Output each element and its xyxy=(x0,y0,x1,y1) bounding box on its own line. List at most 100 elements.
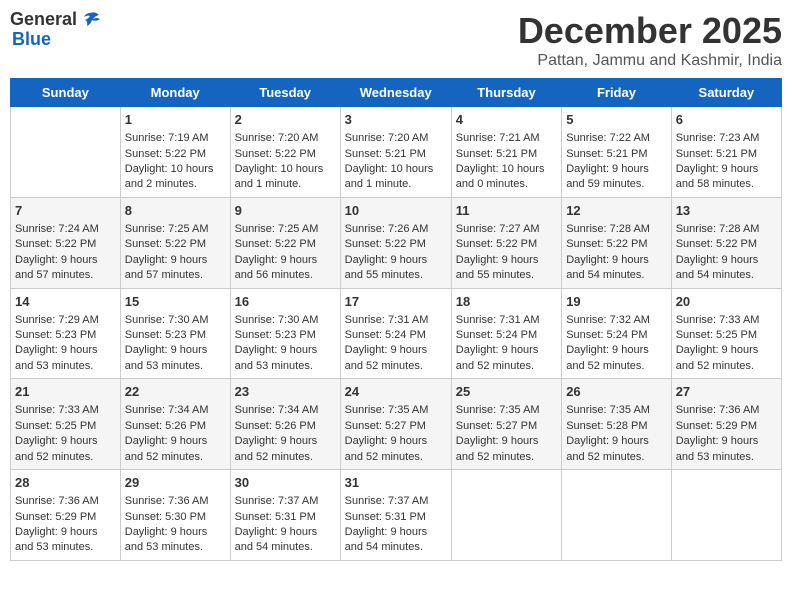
cell-content: 29 Sunrise: 7:36 AM Sunset: 5:30 PM Dayligh… xyxy=(125,474,226,556)
daylight-text: Daylight: 9 hours and 58 minutes. xyxy=(676,163,759,190)
calendar-week-row: 7Sunrise: 7:24 AMSunset: 5:22 PMDaylight… xyxy=(11,197,782,288)
calendar-cell: 7Sunrise: 7:24 AMSunset: 5:22 PMDaylight… xyxy=(11,197,121,288)
calendar-cell xyxy=(451,470,561,561)
daylight-text: Daylight: 10 hours and 1 minute. xyxy=(345,163,434,190)
weekday-header-wednesday: Wednesday xyxy=(340,79,451,107)
cell-content: 20Sunrise: 7:33 AMSunset: 5:25 PMDayligh… xyxy=(676,293,777,375)
day-number: 9 xyxy=(235,202,336,220)
cell-content: 4Sunrise: 7:21 AMSunset: 5:21 PMDaylight… xyxy=(456,111,557,193)
sunrise-text: Sunrise: 7:26 AM xyxy=(345,223,429,235)
cell-content: 11Sunrise: 7:27 AMSunset: 5:22 PMDayligh… xyxy=(456,202,557,284)
cell-content: 13Sunrise: 7:28 AMSunset: 5:22 PMDayligh… xyxy=(676,202,777,284)
day-number: 20 xyxy=(676,293,777,311)
day-number: 27 xyxy=(676,383,777,401)
sunrise-text: Sunrise: 7:36 AM xyxy=(125,495,209,507)
cell-content: 31Sunrise: 7:37 AMSunset: 5:31 PMDayligh… xyxy=(345,474,447,556)
calendar-cell: 8Sunrise: 7:25 AMSunset: 5:22 PMDaylight… xyxy=(120,197,230,288)
sunrise-text: Sunrise: 7:20 AM xyxy=(345,132,429,144)
day-number: 13 xyxy=(676,202,777,220)
day-number: 26 xyxy=(566,383,667,401)
day-number: 6 xyxy=(676,111,777,129)
daylight-text: Daylight: 9 hours and 53 minutes. xyxy=(15,526,98,553)
calendar-cell: 2Sunrise: 7:20 AMSunset: 5:22 PMDaylight… xyxy=(230,107,340,198)
calendar-cell: 17Sunrise: 7:31 AMSunset: 5:24 PMDayligh… xyxy=(340,288,451,379)
day-number: 23 xyxy=(235,383,336,401)
sunset-text: Sunset: 5:30 PM xyxy=(125,511,206,523)
day-number: 8 xyxy=(125,202,226,220)
daylight-text: Daylight: 10 hours and 2 minutes. xyxy=(125,163,214,190)
calendar-cell: 19Sunrise: 7:32 AMSunset: 5:24 PMDayligh… xyxy=(562,288,672,379)
calendar-week-row: 21Sunrise: 7:33 AMSunset: 5:25 PMDayligh… xyxy=(11,379,782,470)
calendar-cell: 29 Sunrise: 7:36 AM Sunset: 5:30 PM Dayligh… xyxy=(120,470,230,561)
sunrise-text: Sunrise: 7:35 AM xyxy=(456,404,540,416)
sunrise-text: Sunrise: 7:30 AM xyxy=(125,314,209,326)
sunset-text: Sunset: 5:22 PM xyxy=(235,238,316,250)
sunset-text: Sunset: 5:22 PM xyxy=(345,238,426,250)
day-number: 24 xyxy=(345,383,447,401)
daylight-text: Daylight: 9 hours and 52 minutes. xyxy=(345,344,428,371)
calendar-cell: 18Sunrise: 7:31 AMSunset: 5:24 PMDayligh… xyxy=(451,288,561,379)
location-title: Pattan, Jammu and Kashmir, India xyxy=(518,52,782,70)
sunset-text: Sunset: 5:27 PM xyxy=(456,420,537,432)
daylight-text: Daylight: 9 hours and 52 minutes. xyxy=(676,344,759,371)
calendar-cell: 15Sunrise: 7:30 AMSunset: 5:23 PMDayligh… xyxy=(120,288,230,379)
sunset-text: Sunset: 5:26 PM xyxy=(125,420,206,432)
sunrise-text: Sunrise: 7:25 AM xyxy=(235,223,319,235)
sunrise-text: Sunrise: 7:28 AM xyxy=(676,223,760,235)
logo: General Blue xyxy=(10,10,101,50)
cell-content: 14Sunrise: 7:29 AMSunset: 5:23 PMDayligh… xyxy=(15,293,116,375)
day-number: 5 xyxy=(566,111,667,129)
cell-content: 26Sunrise: 7:35 AMSunset: 5:28 PMDayligh… xyxy=(566,383,667,465)
day-number: 16 xyxy=(235,293,336,311)
daylight-text: Daylight: 9 hours and 53 minutes. xyxy=(125,344,208,371)
daylight-text: Daylight: 9 hours and 54 minutes. xyxy=(345,526,428,553)
cell-content: 3 Sunrise: 7:20 AM Sunset: 5:21 PM Daylight… xyxy=(345,111,447,193)
day-number: 29 xyxy=(125,474,226,492)
day-number: 30 xyxy=(235,474,336,492)
logo-general: General xyxy=(10,10,77,30)
cell-content: 12Sunrise: 7:28 AMSunset: 5:22 PMDayligh… xyxy=(566,202,667,284)
sunset-text: Sunset: 5:25 PM xyxy=(15,420,96,432)
cell-content: 7Sunrise: 7:24 AMSunset: 5:22 PMDaylight… xyxy=(15,202,116,284)
daylight-text: Daylight: 9 hours and 52 minutes. xyxy=(345,435,428,462)
cell-content: 15Sunrise: 7:30 AMSunset: 5:23 PMDayligh… xyxy=(125,293,226,375)
calendar-cell: 13Sunrise: 7:28 AMSunset: 5:22 PMDayligh… xyxy=(671,197,781,288)
weekday-header-sunday: Sunday xyxy=(11,79,121,107)
daylight-text: Daylight: 9 hours and 53 minutes. xyxy=(125,526,208,553)
day-number: 3 xyxy=(345,111,447,129)
cell-content: 21Sunrise: 7:33 AMSunset: 5:25 PMDayligh… xyxy=(15,383,116,465)
weekday-header-tuesday: Tuesday xyxy=(230,79,340,107)
sunrise-text: Sunrise: 7:36 AM xyxy=(676,404,760,416)
sunset-text: Sunset: 5:22 PM xyxy=(566,238,647,250)
calendar-week-row: 1Sunrise: 7:19 AMSunset: 5:22 PMDaylight… xyxy=(11,107,782,198)
sunrise-text: Sunrise: 7:19 AM xyxy=(125,132,209,144)
sunset-text: Sunset: 5:21 PM xyxy=(676,148,757,160)
daylight-text: Daylight: 9 hours and 52 minutes. xyxy=(456,435,539,462)
sunrise-text: Sunrise: 7:20 AM xyxy=(235,132,319,144)
calendar-cell xyxy=(562,470,672,561)
daylight-text: Daylight: 9 hours and 55 minutes. xyxy=(345,254,428,281)
day-number: 28 xyxy=(15,474,116,492)
day-number: 15 xyxy=(125,293,226,311)
day-number: 17 xyxy=(345,293,447,311)
sunset-text: Sunset: 5:21 PM xyxy=(345,148,426,160)
sunrise-text: Sunrise: 7:34 AM xyxy=(235,404,319,416)
calendar-cell: 14Sunrise: 7:29 AMSunset: 5:23 PMDayligh… xyxy=(11,288,121,379)
cell-content: 10 Sunrise: 7:26 AM Sunset: 5:22 PM Dayligh… xyxy=(345,202,447,284)
cell-content: 6Sunrise: 7:23 AMSunset: 5:21 PMDaylight… xyxy=(676,111,777,193)
sunrise-text: Sunrise: 7:35 AM xyxy=(566,404,650,416)
calendar-cell: 27Sunrise: 7:36 AMSunset: 5:29 PMDayligh… xyxy=(671,379,781,470)
calendar-table: SundayMondayTuesdayWednesdayThursdayFrid… xyxy=(10,78,782,561)
calendar-cell: 6Sunrise: 7:23 AMSunset: 5:21 PMDaylight… xyxy=(671,107,781,198)
sunset-text: Sunset: 5:22 PM xyxy=(125,148,206,160)
calendar-cell: 31Sunrise: 7:37 AMSunset: 5:31 PMDayligh… xyxy=(340,470,451,561)
sunset-text: Sunset: 5:22 PM xyxy=(456,238,537,250)
weekday-header-thursday: Thursday xyxy=(451,79,561,107)
sunrise-text: Sunrise: 7:36 AM xyxy=(15,495,99,507)
sunrise-text: Sunrise: 7:33 AM xyxy=(15,404,99,416)
daylight-text: Daylight: 10 hours and 0 minutes. xyxy=(456,163,545,190)
sunrise-text: Sunrise: 7:22 AM xyxy=(566,132,650,144)
day-number: 14 xyxy=(15,293,116,311)
cell-content: 16Sunrise: 7:30 AMSunset: 5:23 PMDayligh… xyxy=(235,293,336,375)
day-number: 10 xyxy=(345,202,447,220)
